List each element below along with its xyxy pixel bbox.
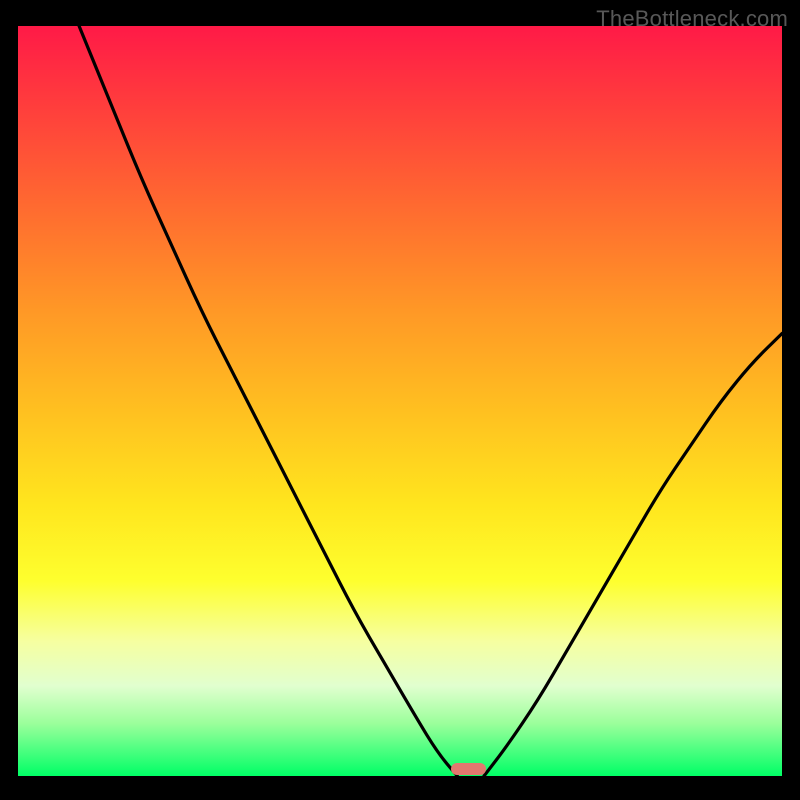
- curve-right: [484, 334, 782, 777]
- plot-area: [18, 26, 782, 776]
- curve-left: [79, 26, 457, 776]
- curve-svg: [18, 26, 782, 776]
- chart-frame: TheBottleneck.com: [0, 0, 800, 800]
- watermark-text: TheBottleneck.com: [596, 6, 788, 32]
- optimal-marker: [451, 763, 486, 775]
